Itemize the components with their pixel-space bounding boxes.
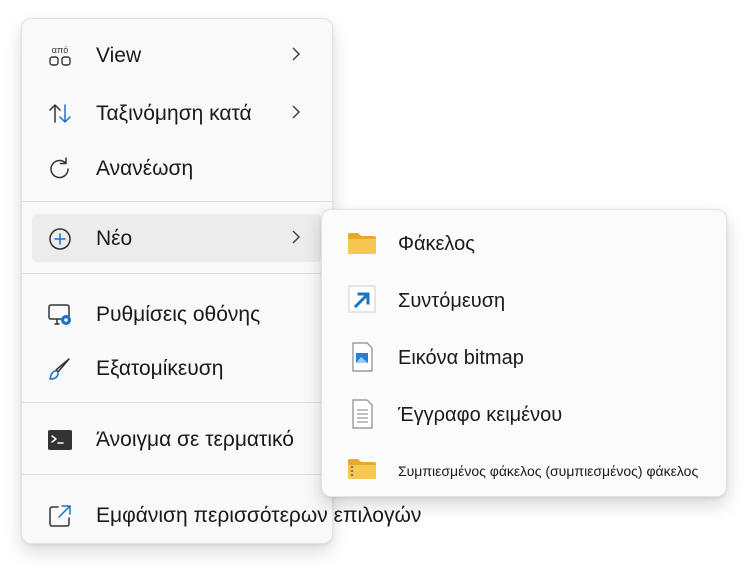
menu-separator: [22, 273, 332, 274]
brush-icon: [46, 355, 74, 383]
refresh-icon: [46, 155, 74, 183]
terminal-icon: [46, 426, 74, 454]
shortcut-icon: [346, 285, 378, 315]
chevron-right-icon: [290, 227, 302, 247]
chevron-right-icon: [290, 102, 302, 122]
new-submenu: Φάκελος Συντόμευση Εικόνα bitmap Έγγραφο…: [321, 209, 727, 497]
submenu-item-zip-folder[interactable]: Συμπιεσμένος φάκελος (συμπιεσμένος) φάκε…: [330, 444, 720, 490]
menu-item-personalize[interactable]: Εξατομίκευση: [32, 344, 322, 392]
submenu-item-bitmap[interactable]: Εικόνα bitmap: [330, 334, 720, 380]
bitmap-icon: [346, 342, 378, 372]
menu-item-label: View: [96, 44, 142, 67]
context-menu: από View Ταξινόμηση κατά Ανανέωση Νέο Ρυ…: [21, 18, 421, 544]
menu-item-label: Ανανέωση: [96, 157, 194, 180]
view-icon-text: από: [52, 45, 68, 55]
menu-separator: [22, 402, 332, 403]
submenu-item-label: Φάκελος: [398, 233, 475, 255]
menu-item-label: Νέο: [96, 227, 133, 250]
submenu-item-label: Συντόμευση: [398, 290, 506, 312]
display-settings-icon: [46, 301, 74, 329]
menu-item-display-settings[interactable]: Ρυθμίσεις οθόνης: [32, 290, 322, 338]
menu-item-label: Εμφάνιση περισσότερων επιλογών: [96, 504, 422, 527]
zip-folder-icon: [346, 452, 378, 482]
menu-item-label: Ρυθμίσεις οθόνης: [96, 303, 261, 326]
menu-item-new[interactable]: Νέο: [32, 214, 322, 262]
menu-item-show-more-options[interactable]: Εμφάνιση περισσότερων επιλογών: [32, 491, 421, 539]
menu-item-sort[interactable]: Ταξινόμηση κατά: [32, 89, 322, 137]
menu-item-view[interactable]: από View: [32, 31, 322, 79]
submenu-item-label: Συμπιεσμένος φάκελος (συμπιεσμένος) φάκε…: [398, 463, 699, 479]
view-icon: από: [46, 42, 74, 70]
sort-icon: [46, 100, 74, 128]
menu-item-label: Εξατομίκευση: [96, 357, 224, 380]
menu-item-label: Άνοιγμα σε τερματικό: [96, 428, 294, 451]
submenu-item-shortcut[interactable]: Συντόμευση: [330, 277, 720, 323]
menu-item-open-terminal[interactable]: Άνοιγμα σε τερματικό: [32, 415, 322, 463]
menu-separator: [22, 201, 332, 202]
new-plus-icon: [46, 225, 74, 253]
more-options-icon: [46, 502, 74, 530]
text-document-icon: [346, 399, 378, 429]
menu-item-refresh[interactable]: Ανανέωση: [32, 144, 322, 192]
menu-separator: [22, 474, 332, 475]
folder-icon: [346, 228, 378, 258]
chevron-right-icon: [290, 44, 302, 64]
submenu-item-text-document[interactable]: Έγγραφο κειμένου: [330, 391, 720, 437]
submenu-item-folder[interactable]: Φάκελος: [330, 220, 720, 266]
menu-item-label: Ταξινόμηση κατά: [96, 102, 252, 125]
submenu-item-label: Έγγραφο κειμένου: [398, 404, 563, 426]
submenu-item-label: Εικόνα bitmap: [398, 347, 524, 369]
